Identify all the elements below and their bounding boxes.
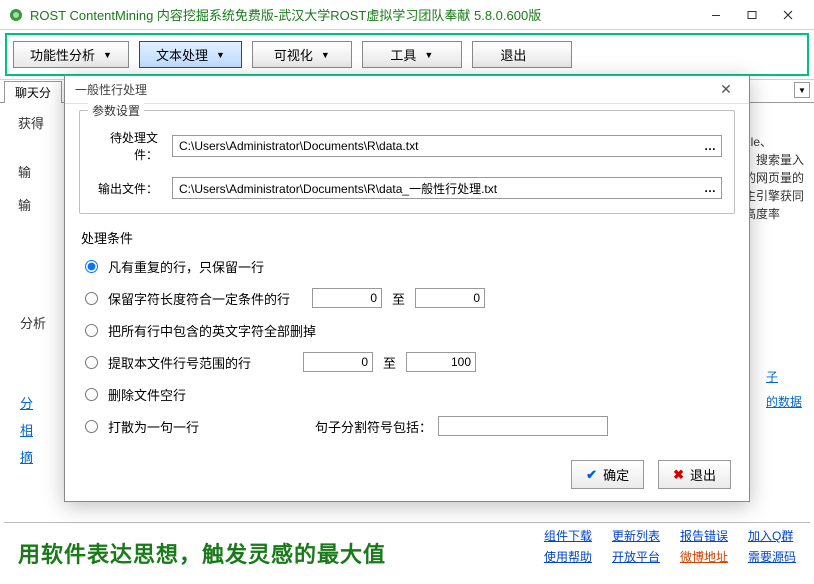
opt-length-radio[interactable] <box>85 292 98 305</box>
link-updates[interactable]: 更新列表 <box>612 527 660 544</box>
toolbar-exit[interactable]: 退出▼ <box>472 41 572 68</box>
to-label: 至 <box>383 353 396 372</box>
analysis-label: 分析 <box>20 313 46 332</box>
toolbar-visualize[interactable]: 可视化 ▼ <box>252 41 352 68</box>
tab-chat-analysis[interactable]: 聊天分 <box>4 81 62 103</box>
input-file-field[interactable] <box>172 135 722 157</box>
slogan: 用软件表达思想，触发灵感的最大值 <box>18 537 386 569</box>
opt-dedup-label: 凡有重复的行，只保留一行 <box>108 257 264 276</box>
sentence-sep-input[interactable] <box>438 416 608 436</box>
link-platform[interactable]: 开放平台 <box>612 548 660 565</box>
check-icon: ✔ <box>586 467 597 483</box>
output-file-field[interactable] <box>172 177 722 199</box>
link-weibo[interactable]: 微博地址 <box>680 548 728 565</box>
toolbar-label: 退出 <box>500 45 526 64</box>
toolbar-tools[interactable]: 工具 ▼ <box>362 41 462 68</box>
toolbar-label: 文本处理 <box>156 45 208 64</box>
length-to-input[interactable] <box>415 288 485 308</box>
maximize-button[interactable] <box>734 1 770 29</box>
conditions-title: 处理条件 <box>81 228 733 247</box>
opt-line-range-radio[interactable] <box>85 356 98 369</box>
bg-link[interactable]: 子 <box>766 368 802 385</box>
dialog-footer: ✔ 确定 ✖ 退出 <box>571 460 731 489</box>
caret-icon: ▼ <box>424 50 433 60</box>
link-qqgroup[interactable]: 加入Q群 <box>748 527 796 544</box>
cancel-button[interactable]: ✖ 退出 <box>658 460 731 489</box>
titlebar: ROST ContentMining 内容挖掘系统免费版-武汉大学ROST虚拟学… <box>0 0 814 30</box>
length-from-input[interactable] <box>312 288 382 308</box>
range-to-input[interactable] <box>406 352 476 372</box>
output-file-browse-button[interactable]: … <box>699 178 721 198</box>
param-fieldset: 参数设置 待处理文件： … 输出文件： … <box>79 110 735 214</box>
opt-line-range-row[interactable]: 提取本文件行号范围的行 至 <box>81 351 733 373</box>
bg-link[interactable]: 的数据 <box>766 393 802 410</box>
toolbar: 功能性分析 ▼ 文本处理 ▼ 可视化 ▼ 工具 ▼ 退出▼ <box>5 33 809 76</box>
close-button[interactable] <box>770 1 806 29</box>
dialog-title-text: 一般性行处理 <box>75 81 147 98</box>
opt-del-empty-row[interactable]: 删除文件空行 <box>81 383 733 405</box>
bg-right-text: gle、 。搜索量入的网页量的主引擎获同高度率 <box>744 133 804 223</box>
opt-strip-english-radio[interactable] <box>85 324 98 337</box>
caret-icon: ▼ <box>103 50 112 60</box>
input-file-browse-button[interactable]: … <box>699 136 721 156</box>
caret-icon: ▼ <box>321 50 330 60</box>
tab-overflow-button[interactable]: ▼ <box>794 82 810 98</box>
ok-button[interactable]: ✔ 确定 <box>571 460 644 489</box>
opt-strip-english-row[interactable]: 把所有行中包含的英文字符全部删掉 <box>81 319 733 341</box>
range-from-input[interactable] <box>303 352 373 372</box>
opt-strip-english-label: 把所有行中包含的英文字符全部删掉 <box>108 321 316 340</box>
link-help[interactable]: 使用帮助 <box>544 548 592 565</box>
cancel-button-label: 退出 <box>690 465 716 484</box>
caret-icon: ▼ <box>216 50 225 60</box>
opt-split-sentence-radio[interactable] <box>85 420 98 433</box>
link-source[interactable]: 需要源码 <box>748 548 796 565</box>
bg-link[interactable]: 摘 <box>20 447 33 466</box>
bg-link[interactable]: 分 <box>20 393 33 412</box>
ok-button-label: 确定 <box>603 465 629 484</box>
bg-text: 输 <box>18 162 68 181</box>
opt-split-sentence-row[interactable]: 打散为一句一行 句子分割符号包括： <box>81 415 733 437</box>
dialog-titlebar: 一般性行处理 ✕ <box>65 76 749 104</box>
conditions-section: 处理条件 凡有重复的行，只保留一行 保留字符长度符合一定条件的行 至 把所有行中… <box>79 224 735 451</box>
param-legend: 参数设置 <box>88 102 144 119</box>
bg-text: 输 <box>18 195 68 214</box>
toolbar-functional-analysis[interactable]: 功能性分析 ▼ <box>13 41 129 68</box>
opt-split-sentence-label: 打散为一句一行 <box>108 417 199 436</box>
toolbar-container: 功能性分析 ▼ 文本处理 ▼ 可视化 ▼ 工具 ▼ 退出▼ <box>0 30 814 80</box>
link-components[interactable]: 组件下载 <box>544 527 592 544</box>
opt-del-empty-radio[interactable] <box>85 388 98 401</box>
opt-length-row[interactable]: 保留字符长度符合一定条件的行 至 <box>81 287 733 309</box>
toolbar-label: 功能性分析 <box>30 45 95 64</box>
window-title: ROST ContentMining 内容挖掘系统免费版-武汉大学ROST虚拟学… <box>30 5 698 24</box>
output-file-label: 输出文件： <box>92 180 162 197</box>
line-processing-dialog: 一般性行处理 ✕ 参数设置 待处理文件： … 输出文件： … <box>64 75 750 502</box>
input-file-label: 待处理文件： <box>92 129 162 163</box>
toolbar-label: 工具 <box>390 45 416 64</box>
opt-del-empty-label: 删除文件空行 <box>108 385 186 404</box>
dialog-close-button[interactable]: ✕ <box>713 79 739 101</box>
toolbar-text-processing[interactable]: 文本处理 ▼ <box>139 41 242 68</box>
bg-link[interactable]: 相 <box>20 420 33 439</box>
bottom-links: 组件下载 更新列表 报告错误 加入Q群 使用帮助 开放平台 微博地址 需要源码 <box>544 527 796 565</box>
bottom-panel: 用软件表达思想，触发灵感的最大值 组件下载 更新列表 报告错误 加入Q群 使用帮… <box>4 522 810 580</box>
right-link-list: 子 的数据 <box>766 368 802 418</box>
x-icon: ✖ <box>673 467 684 483</box>
toolbar-label: 可视化 <box>274 45 313 64</box>
link-report[interactable]: 报告错误 <box>680 527 728 544</box>
opt-dedup-row[interactable]: 凡有重复的行，只保留一行 <box>81 255 733 277</box>
to-label: 至 <box>392 289 405 308</box>
opt-length-label: 保留字符长度符合一定条件的行 <box>108 289 290 308</box>
opt-line-range-label: 提取本文件行号范围的行 <box>108 353 251 372</box>
app-icon <box>8 7 24 23</box>
sentence-sep-label: 句子分割符号包括： <box>315 417 432 436</box>
left-link-list: 分 相 摘 <box>20 393 33 474</box>
minimize-button[interactable] <box>698 1 734 29</box>
opt-dedup-radio[interactable] <box>85 260 98 273</box>
